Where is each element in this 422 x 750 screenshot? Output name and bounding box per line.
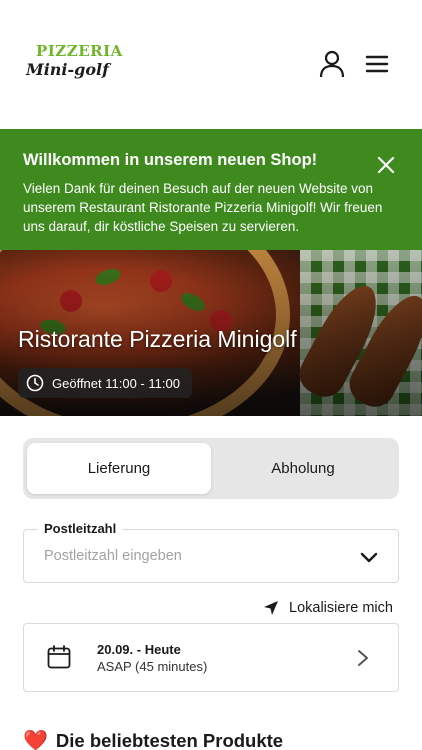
chevron-right-icon xyxy=(358,650,368,666)
delivery-time-selector[interactable]: 20.09. - Heute ASAP (45 minutes) xyxy=(23,623,399,692)
app-header: PIZZERIA Mini-golf xyxy=(0,0,422,129)
banner-title: Willkommen in unserem neuen Shop! xyxy=(23,151,318,169)
logo-line-minigolf: Mini-golf xyxy=(26,60,109,79)
popular-products-heading: ❤️ Die beliebtesten Produkte xyxy=(23,730,283,750)
delivery-date: 20.09. - Heute xyxy=(97,642,181,657)
location-arrow-icon xyxy=(264,601,278,615)
locate-me-button[interactable]: Lokalisiere mich xyxy=(263,598,393,618)
restaurant-logo[interactable]: PIZZERIA Mini-golf xyxy=(22,40,122,90)
postcode-input[interactable]: Postleitzahl eingeben xyxy=(44,548,344,564)
order-mode-toggle: Lieferung Abholung xyxy=(23,438,399,499)
delivery-time-estimate: ASAP (45 minutes) xyxy=(97,659,208,674)
tab-pickup[interactable]: Abholung xyxy=(211,443,395,494)
hero-section: Ristorante Pizzeria Minigolf Geöffnet 11… xyxy=(0,250,422,416)
user-icon xyxy=(319,50,345,78)
restaurant-name: Ristorante Pizzeria Minigolf xyxy=(18,326,297,352)
account-button[interactable] xyxy=(316,48,348,80)
postcode-label: Postleitzahl xyxy=(38,521,123,536)
heart-icon: ❤️ xyxy=(23,730,48,750)
banner-message: Vielen Dank für deinen Besuch auf der ne… xyxy=(23,181,383,234)
close-icon xyxy=(377,156,395,174)
chevron-down-icon[interactable] xyxy=(358,546,380,568)
opening-hours-badge: Geöffnet 11:00 - 11:00 xyxy=(18,368,192,398)
popular-products-title: Die beliebtesten Produkte xyxy=(55,730,284,750)
tab-delivery[interactable]: Lieferung xyxy=(27,443,211,494)
banner-close-button[interactable] xyxy=(372,151,400,179)
postcode-field[interactable]: Postleitzahl Postleitzahl eingeben xyxy=(23,521,399,583)
clock-icon xyxy=(26,374,44,392)
menu-button[interactable] xyxy=(361,48,393,80)
hamburger-menu-icon xyxy=(365,55,389,73)
calendar-icon xyxy=(47,645,71,669)
logo-line-pizzeria: PIZZERIA xyxy=(36,42,123,60)
opening-hours-text: Geöffnet 11:00 - 11:00 xyxy=(52,375,180,391)
welcome-banner: Willkommen in unserem neuen Shop! Vielen… xyxy=(0,129,422,250)
locate-me-label: Lokalisiere mich xyxy=(289,600,393,616)
